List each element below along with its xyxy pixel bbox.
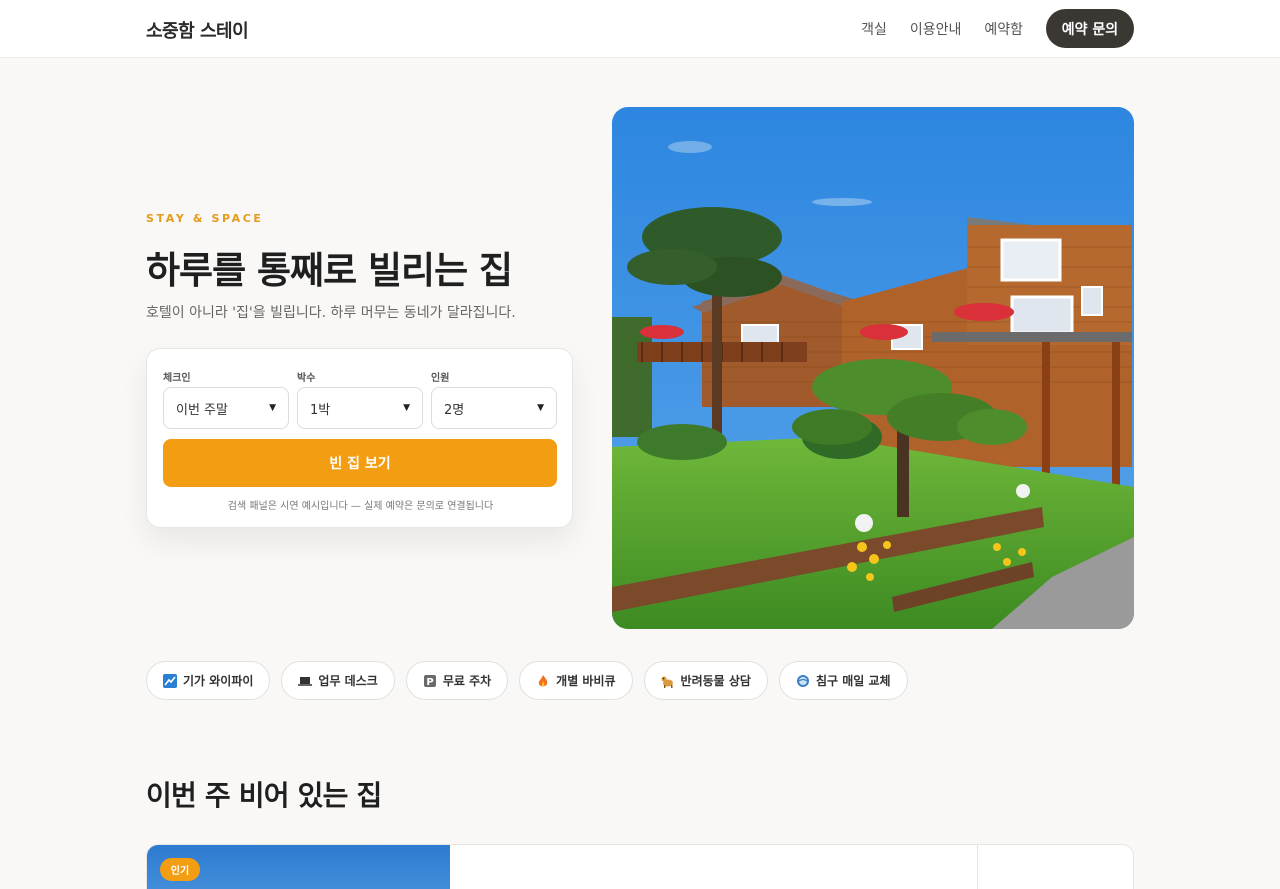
nights-value: 1박 [310, 402, 331, 418]
search-vacancy-button[interactable]: 빈 집 보기 [163, 439, 557, 487]
dog-icon [661, 674, 675, 688]
amenity-list: 기가 와이파이 업무 데스크 P 무료 주차 개별 바비큐 반려동물 상담 침구… [146, 661, 919, 700]
checkin-select[interactable]: 이번 주말 ▼ [163, 387, 289, 429]
wifi-icon [163, 673, 177, 688]
fire-icon [536, 674, 550, 688]
search-panel: 체크인 이번 주말 ▼ 박수 1박 ▼ 인원 2명 ▼ 빈 집 보기 검색 패널… [146, 348, 573, 528]
nav-link-reservations[interactable]: 예약함 [984, 19, 1023, 39]
amenity-chip-bedding: 침구 매일 교체 [778, 661, 908, 700]
card-divider [977, 845, 978, 889]
site-logo[interactable]: 소중함 스테이 [146, 17, 249, 43]
chevron-down-icon: ▼ [403, 403, 410, 413]
hero-image [612, 107, 1134, 629]
amenity-label: 무료 주차 [442, 674, 492, 688]
section-title: 이번 주 비어 있는 집 [146, 779, 382, 812]
checkin-value: 이번 주말 [176, 402, 228, 418]
amenity-chip-wifi: 기가 와이파이 [146, 661, 271, 700]
amenity-chip-parking: P 무료 주차 [405, 661, 509, 700]
nav-link-rooms[interactable]: 객실 [861, 19, 887, 39]
hero-subtitle: 호텔이 아니라 '집'을 빌립니다. 하루 머무는 동네가 달라집니다. [146, 305, 516, 321]
nights-select[interactable]: 1박 ▼ [297, 387, 423, 429]
main-nav: 객실 이용안내 예약함 예약 문의 [861, 9, 1134, 48]
amenity-chip-pets: 반려동물 상담 [643, 661, 768, 700]
svg-text:P: P [426, 677, 433, 688]
amenity-label: 기가 와이파이 [183, 674, 254, 688]
parking-icon: P [423, 674, 437, 688]
guests-value: 2명 [444, 402, 465, 418]
listing-card[interactable]: 인기 [146, 844, 1134, 889]
amenity-chip-bbq: 개별 바비큐 [519, 661, 633, 700]
amenity-chip-desk: 업무 데스크 [281, 661, 395, 700]
search-note: 검색 패널은 시연 예시입니다 — 실제 예약은 문의로 연결됩니다 [227, 501, 494, 512]
nav-link-guide[interactable]: 이용안내 [910, 19, 962, 39]
chevron-down-icon: ▼ [269, 403, 276, 413]
hero-title: 하루를 통째로 빌리는 집 [146, 249, 513, 292]
site-header: 소중함 스테이 객실 이용안내 예약함 예약 문의 [0, 0, 1280, 58]
guests-select[interactable]: 2명 ▼ [431, 387, 557, 429]
amenity-label: 업무 데스크 [318, 674, 378, 688]
laptop-icon [298, 674, 313, 688]
amenity-label: 개별 바비큐 [556, 674, 616, 688]
amenity-label: 침구 매일 교체 [815, 674, 891, 688]
bedding-icon [796, 674, 810, 688]
nights-label: 박수 [297, 373, 316, 384]
hero-eyebrow: STAY & SPACE [146, 212, 264, 225]
guests-label: 인원 [431, 373, 450, 384]
amenity-label: 반려동물 상담 [680, 674, 751, 688]
reservation-inquiry-button[interactable]: 예약 문의 [1046, 9, 1134, 48]
checkin-label: 체크인 [163, 373, 191, 384]
popular-badge: 인기 [160, 858, 200, 881]
lodge-illustration [612, 107, 1134, 629]
chevron-down-icon: ▼ [537, 403, 544, 413]
